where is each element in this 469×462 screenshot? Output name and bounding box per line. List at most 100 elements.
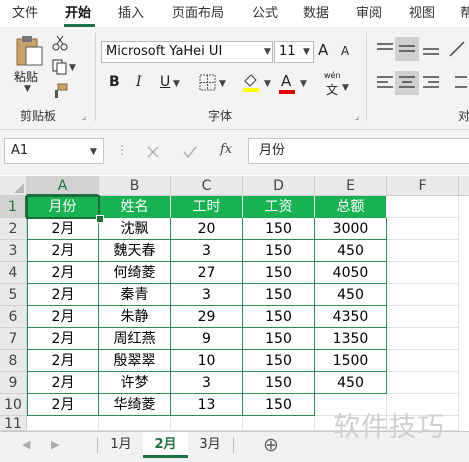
- insert-function-icon[interactable]: fx: [220, 142, 232, 157]
- grid-cell[interactable]: [387, 284, 459, 306]
- table-cell[interactable]: 2月: [27, 284, 99, 306]
- table-cell[interactable]: 10: [171, 350, 243, 372]
- table-cell[interactable]: 2月: [27, 350, 99, 372]
- menu-data[interactable]: 数据: [303, 0, 329, 27]
- table-cell[interactable]: 殷翠翠: [99, 350, 171, 372]
- table-cell[interactable]: 150: [243, 240, 315, 262]
- row-header-4[interactable]: 4: [0, 262, 27, 284]
- row-header-9[interactable]: 9: [0, 372, 27, 394]
- shrink-font-icon[interactable]: A: [341, 44, 349, 58]
- table-header-cell[interactable]: 工资: [243, 196, 315, 218]
- menu-help[interactable]: 帮: [460, 0, 469, 27]
- grid-cell[interactable]: [387, 262, 459, 284]
- column-header-e[interactable]: E: [315, 176, 387, 196]
- sheet-tab-1[interactable]: 1月: [100, 432, 142, 458]
- row-header-3[interactable]: 3: [0, 240, 27, 262]
- row-header-6[interactable]: 6: [0, 306, 27, 328]
- table-cell[interactable]: 2月: [27, 262, 99, 284]
- copy-dropdown-icon[interactable]: ▼: [69, 63, 76, 73]
- fill-handle[interactable]: [96, 215, 104, 223]
- table-cell[interactable]: 29: [171, 306, 243, 328]
- paste-icon[interactable]: [14, 35, 44, 67]
- menu-formulas[interactable]: 公式: [252, 0, 278, 27]
- table-header-cell[interactable]: 姓名: [99, 196, 171, 218]
- paste-label[interactable]: 粘贴: [14, 68, 38, 85]
- font-size-dropdown-icon[interactable]: ▼: [303, 47, 310, 57]
- table-cell[interactable]: 20: [171, 218, 243, 240]
- table-cell[interactable]: 450: [315, 372, 387, 394]
- grow-font-icon[interactable]: A: [318, 41, 328, 59]
- row-header-8[interactable]: 8: [0, 350, 27, 372]
- grid-cell[interactable]: [387, 350, 459, 372]
- table-cell[interactable]: 3000: [315, 218, 387, 240]
- table-cell[interactable]: 1350: [315, 328, 387, 350]
- table-cell[interactable]: 150: [243, 284, 315, 306]
- format-painter-icon[interactable]: [52, 83, 68, 99]
- table-cell[interactable]: 150: [243, 350, 315, 372]
- table-cell[interactable]: 2月: [27, 328, 99, 350]
- column-header-d[interactable]: D: [243, 176, 315, 196]
- scroll-tabs-right-icon[interactable]: ▶: [51, 438, 59, 451]
- grid-cell[interactable]: [387, 372, 459, 394]
- table-cell[interactable]: 3: [171, 284, 243, 306]
- table-cell[interactable]: 许梦: [99, 372, 171, 394]
- table-cell[interactable]: 2月: [27, 218, 99, 240]
- cancel-icon[interactable]: [146, 145, 160, 159]
- grid-cell[interactable]: [27, 416, 99, 431]
- font-name-box[interactable]: Microsoft YaHei UI: [101, 41, 273, 63]
- copy-icon[interactable]: [52, 59, 68, 75]
- grid-cell[interactable]: [387, 306, 459, 328]
- phonetic-guide-icon[interactable]: 文: [326, 81, 338, 98]
- table-cell[interactable]: 华绮菱: [99, 394, 171, 416]
- grid-cell[interactable]: [99, 416, 171, 431]
- table-cell[interactable]: 27: [171, 262, 243, 284]
- fill-color-dropdown-icon[interactable]: ▼: [264, 79, 271, 89]
- menu-page-layout[interactable]: 页面布局: [172, 0, 224, 27]
- borders-icon[interactable]: [199, 74, 217, 92]
- sheet-tab-2[interactable]: 2月: [143, 432, 188, 458]
- table-cell[interactable]: 2月: [27, 306, 99, 328]
- font-name-dropdown-icon[interactable]: ▼: [264, 47, 271, 57]
- menu-file[interactable]: 文件: [12, 0, 38, 27]
- row-header-5[interactable]: 5: [0, 284, 27, 306]
- menu-home[interactable]: 开始: [65, 0, 91, 27]
- table-header-cell[interactable]: 工时: [171, 196, 243, 218]
- cut-icon[interactable]: [52, 35, 68, 51]
- align-right-icon[interactable]: [421, 74, 441, 92]
- table-cell[interactable]: 2月: [27, 372, 99, 394]
- decrease-indent-icon[interactable]: [447, 74, 467, 92]
- menu-insert[interactable]: 插入: [118, 0, 144, 27]
- grid-cell[interactable]: [243, 416, 315, 431]
- table-cell[interactable]: 150: [243, 218, 315, 240]
- column-header-f[interactable]: F: [387, 176, 459, 196]
- phonetic-dropdown-icon[interactable]: ▼: [342, 83, 349, 93]
- more-options-icon[interactable]: ⋮: [116, 143, 128, 157]
- table-cell[interactable]: 4050: [315, 262, 387, 284]
- borders-dropdown-icon[interactable]: ▼: [219, 79, 226, 89]
- font-color-icon[interactable]: A: [281, 72, 291, 90]
- menu-review[interactable]: 审阅: [356, 0, 382, 27]
- grid-cell[interactable]: [387, 328, 459, 350]
- table-cell[interactable]: 3: [171, 240, 243, 262]
- grid-cell[interactable]: [387, 196, 459, 218]
- menu-view[interactable]: 视图: [409, 0, 435, 27]
- underline-button[interactable]: U: [160, 74, 170, 90]
- row-header-10[interactable]: 10: [0, 394, 27, 416]
- table-cell[interactable]: 3: [171, 372, 243, 394]
- table-cell[interactable]: 1500: [315, 350, 387, 372]
- clipboard-launcher-icon[interactable]: ⌟: [82, 112, 86, 122]
- row-header-7[interactable]: 7: [0, 328, 27, 350]
- underline-dropdown-icon[interactable]: ▼: [173, 79, 180, 89]
- table-cell[interactable]: 150: [243, 372, 315, 394]
- table-cell[interactable]: 2月: [27, 394, 99, 416]
- table-cell[interactable]: 秦青: [99, 284, 171, 306]
- table-cell[interactable]: 周红燕: [99, 328, 171, 350]
- table-cell[interactable]: 150: [243, 306, 315, 328]
- orientation-icon[interactable]: [447, 39, 467, 59]
- row-header-1[interactable]: 1: [0, 196, 27, 218]
- column-header-b[interactable]: B: [99, 176, 171, 196]
- formula-input[interactable]: 月份: [248, 138, 469, 164]
- bold-button[interactable]: B: [109, 74, 120, 90]
- align-bottom-icon[interactable]: [421, 41, 441, 57]
- table-cell[interactable]: 450: [315, 240, 387, 262]
